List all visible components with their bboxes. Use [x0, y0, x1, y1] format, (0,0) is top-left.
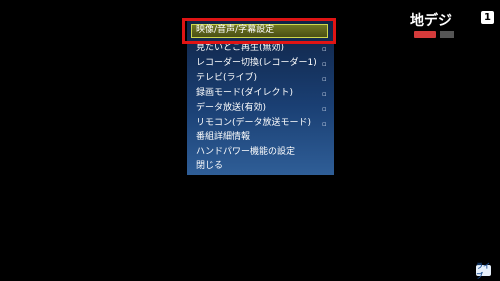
menu-item-remote-control[interactable]: リモコン(データ放送モード)	[196, 118, 311, 129]
menu-item-record-mode[interactable]: 録画モード(ダイレクト)	[196, 88, 293, 99]
menu-item-program-details[interactable]: 番組詳細情報	[196, 132, 250, 143]
submenu-icon: ▫	[322, 120, 327, 128]
selection-highlight-box	[182, 18, 336, 44]
submenu-icon: ▫	[322, 45, 327, 53]
channel-status-strip-gray	[440, 31, 454, 38]
submenu-icon: ▫	[322, 75, 327, 83]
menu-item-recorder-switch[interactable]: レコーダー切換(レコーダー1)	[196, 58, 317, 69]
menu-item-hand-power-settings[interactable]: ハンドパワー機能の設定	[196, 147, 295, 158]
submenu-icon: ▫	[322, 105, 327, 113]
menu-item-bookmark-playback[interactable]: 見たいとこ再生(無効)	[196, 43, 284, 54]
menu-item-data-broadcast[interactable]: データ放送(有効)	[196, 103, 266, 114]
submenu-icon: ▫	[322, 60, 327, 68]
channel-label: 地デジ	[410, 13, 452, 29]
channel-number-icon: 1	[481, 11, 494, 24]
submenu-icon: ▫	[322, 90, 327, 98]
live-badge-icon: ライブ	[476, 261, 491, 280]
menu-item-close[interactable]: 閉じる	[196, 161, 223, 172]
channel-status-strip	[414, 31, 436, 38]
menu-item-tv-live[interactable]: テレビ(ライブ)	[196, 73, 257, 84]
